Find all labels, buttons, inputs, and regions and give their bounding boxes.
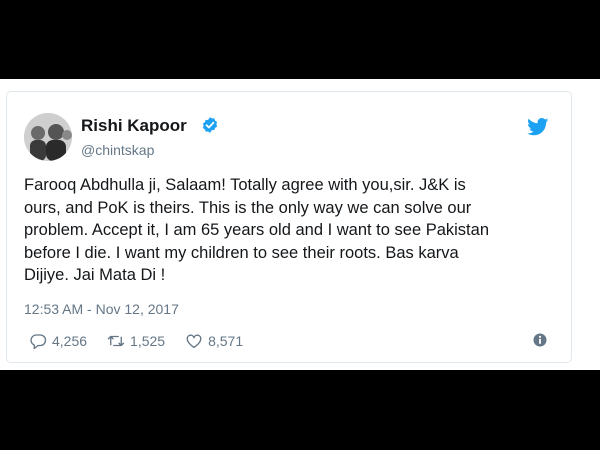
heart-icon	[186, 334, 202, 349]
tweet-timestamp[interactable]: 12:53 AM - Nov 12, 2017	[24, 301, 179, 317]
reply-count: 4,256	[52, 333, 88, 349]
like-count: 8,571	[208, 333, 244, 349]
retweet-button[interactable]: 1,525	[107, 332, 165, 350]
profile-avatar[interactable]	[24, 113, 72, 161]
tweet-text-line: before I die. I want my children to see …	[24, 243, 459, 262]
like-button[interactable]: 8,571	[185, 332, 243, 350]
author-name[interactable]: Rishi Kapoor	[81, 116, 187, 136]
author-handle[interactable]: @chintskap	[81, 142, 154, 158]
retweet-icon	[107, 335, 125, 347]
tweet-text-line: problem. Accept it, I am 65 years old an…	[24, 221, 489, 239]
reply-icon	[30, 334, 47, 350]
verified-badge-icon	[202, 117, 218, 133]
retweet-count: 1,525	[130, 333, 166, 349]
twitter-bird-icon[interactable]	[527, 118, 549, 136]
tweet-text-line: ours, and PoK is theirs. This is the onl…	[24, 198, 472, 217]
avatar-photo	[24, 113, 72, 161]
tweet-text: Farooq Abdhulla ji, Salaam! Totally agre…	[24, 174, 559, 287]
tweet-text-line: Farooq Abdhulla ji, Salaam! Totally agre…	[24, 176, 466, 194]
info-icon[interactable]	[533, 333, 547, 347]
reply-button[interactable]: 4,256	[29, 332, 87, 350]
tweet-text-line: Dijiye. Jai Mata Di !	[24, 266, 166, 284]
tweet-actions: 4,256 1,525 8,571	[29, 330, 263, 352]
